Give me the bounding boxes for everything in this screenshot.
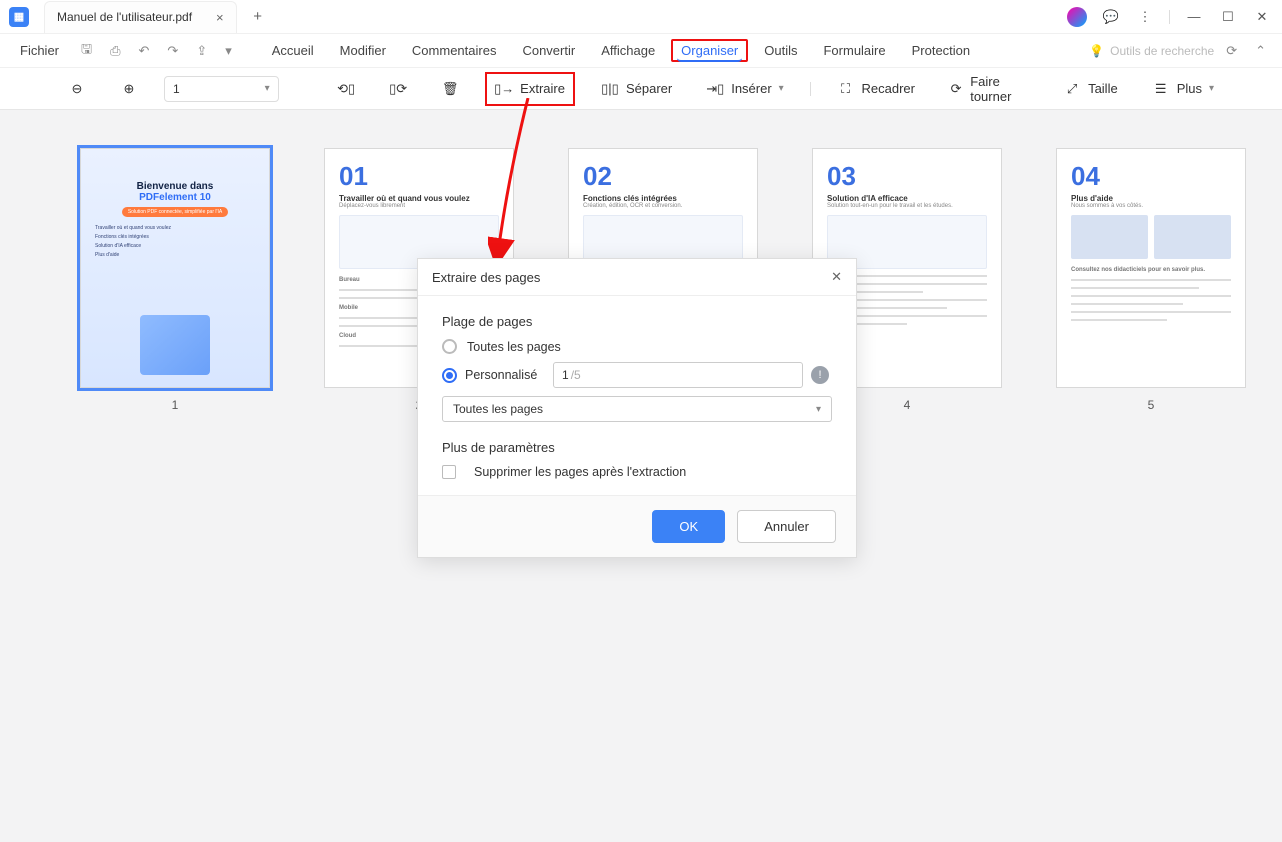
menu-accueil[interactable]: Accueil [262, 37, 324, 64]
redo-icon[interactable]: ↷ [161, 39, 184, 63]
tab-title: Manuel de l'utilisateur.pdf [57, 10, 192, 24]
document-tab[interactable]: Manuel de l'utilisateur.pdf × [44, 1, 237, 33]
undo-icon[interactable]: ↶ [133, 39, 156, 63]
split-button[interactable]: ▯|▯Séparer [593, 74, 680, 104]
zoom-in-button[interactable]: ⊕ [112, 74, 146, 104]
rotate-icon: ⟳ [949, 80, 963, 98]
lightbulb-icon: 💡 [1089, 44, 1104, 58]
dialog-title: Extraire des pages [432, 270, 540, 285]
rotate-left-icon: ⟲▯ [337, 80, 355, 98]
crop-button[interactable]: ⛶Recadrer [829, 74, 923, 104]
menu-formulaire[interactable]: Formulaire [813, 37, 895, 64]
extract-icon: ▯→ [495, 80, 513, 98]
menu-fichier[interactable]: Fichier [10, 37, 69, 64]
ok-button[interactable]: OK [652, 510, 725, 543]
menu-icon: ☰ [1152, 80, 1170, 98]
search-tools[interactable]: 💡 Outils de recherche [1089, 44, 1214, 58]
zoom-out-button[interactable]: ⊖ [60, 74, 94, 104]
insert-icon: ⇥▯ [706, 80, 724, 98]
print-icon[interactable]: ⎙ [104, 39, 126, 63]
minimize-button[interactable]: — [1184, 9, 1204, 24]
checkbox-delete-after[interactable] [442, 465, 456, 479]
avatar[interactable] [1067, 7, 1087, 27]
page-preview: 04 Plus d'aide Nous sommes à vos côtés. … [1056, 148, 1246, 388]
rotate-button[interactable]: ⟳Faire tourner [941, 68, 1037, 110]
titlebar: ▦ Manuel de l'utilisateur.pdf × + 💬 ⋮ — … [0, 0, 1282, 34]
info-icon[interactable]: ! [811, 366, 829, 384]
thumbnail-1[interactable]: Bienvenue dans PDFelement 10 Solution PD… [80, 148, 270, 412]
menu-commentaires[interactable]: Commentaires [402, 37, 507, 64]
chat-icon[interactable]: 💬 [1101, 9, 1121, 25]
trash-icon: 🗑 [441, 80, 459, 98]
extract-pages-dialog: Extraire des pages ✕ Plage de pages Tout… [417, 258, 857, 558]
menu-protection[interactable]: Protection [902, 37, 981, 64]
chevron-down-icon: ▾ [1209, 83, 1214, 94]
chevron-down-icon: ▾ [816, 404, 821, 415]
menubar: Fichier 🖫 ⎙ ↶ ↷ ⇪ ▾ Accueil Modifier Com… [0, 34, 1282, 68]
menu-modifier[interactable]: Modifier [330, 37, 396, 64]
menu-organiser[interactable]: Organiser [677, 41, 742, 62]
rotate-right-button[interactable]: ▯⟳ [381, 74, 415, 104]
page-number-input[interactable]: 1 ▾ [164, 76, 279, 102]
menu-convertir[interactable]: Convertir [512, 37, 585, 64]
dropdown-icon[interactable]: ▾ [219, 39, 238, 63]
thumbnail-5[interactable]: 04 Plus d'aide Nous sommes à vos côtés. … [1056, 148, 1246, 412]
insert-button[interactable]: ⇥▯Insérer▾ [698, 74, 792, 104]
new-tab-button[interactable]: + [245, 4, 271, 30]
share-icon[interactable]: ⇪ [190, 39, 213, 63]
cancel-button[interactable]: Annuler [737, 510, 836, 543]
dialog-close-icon[interactable]: ✕ [831, 269, 842, 285]
cloud-icon[interactable]: ⟳ [1220, 39, 1243, 63]
page-preview: Bienvenue dans PDFelement 10 Solution PD… [80, 148, 270, 388]
extract-button[interactable]: ▯→ Extraire [493, 78, 567, 100]
zoom-in-icon: ⊕ [120, 80, 138, 98]
radio-custom[interactable] [442, 368, 457, 383]
app-icon: ▦ [0, 3, 38, 31]
tab-close-icon[interactable]: × [216, 10, 224, 25]
collapse-icon[interactable]: ⌃ [1249, 39, 1272, 63]
resize-icon: ⤢ [1063, 80, 1081, 98]
crop-icon: ⛶ [837, 80, 855, 98]
more-button[interactable]: ☰Plus▾ [1144, 74, 1222, 104]
page-filter-select[interactable]: Toutes les pages ▾ [442, 396, 832, 422]
page-range-input[interactable]: 1 /5 [553, 362, 803, 388]
highlight-extraire: ▯→ Extraire [485, 72, 575, 106]
close-button[interactable]: ✕ [1252, 9, 1272, 25]
toolbar: ⊖ ⊕ 1 ▾ ⟲▯ ▯⟳ 🗑 ▯→ Extraire ▯|▯Séparer ⇥… [0, 68, 1282, 110]
split-icon: ▯|▯ [601, 80, 619, 98]
highlight-organiser: Organiser [671, 39, 748, 62]
more-icon[interactable]: ⋮ [1135, 9, 1155, 25]
menu-affichage[interactable]: Affichage [591, 37, 665, 64]
rotate-left-button[interactable]: ⟲▯ [329, 74, 363, 104]
section-page-range: Plage de pages [442, 314, 832, 329]
chevron-down-icon: ▾ [265, 83, 270, 94]
size-button[interactable]: ⤢Taille [1055, 74, 1126, 104]
section-more-params: Plus de paramètres [442, 440, 832, 455]
radio-all-pages[interactable] [442, 339, 457, 354]
save-icon[interactable]: 🖫 [75, 36, 98, 66]
menu-outils[interactable]: Outils [754, 37, 807, 64]
maximize-button[interactable]: ☐ [1218, 9, 1238, 25]
chevron-down-icon: ▾ [779, 83, 784, 94]
delete-page-button[interactable]: 🗑 [433, 74, 467, 104]
rotate-right-icon: ▯⟳ [389, 80, 407, 98]
zoom-out-icon: ⊖ [68, 80, 86, 98]
